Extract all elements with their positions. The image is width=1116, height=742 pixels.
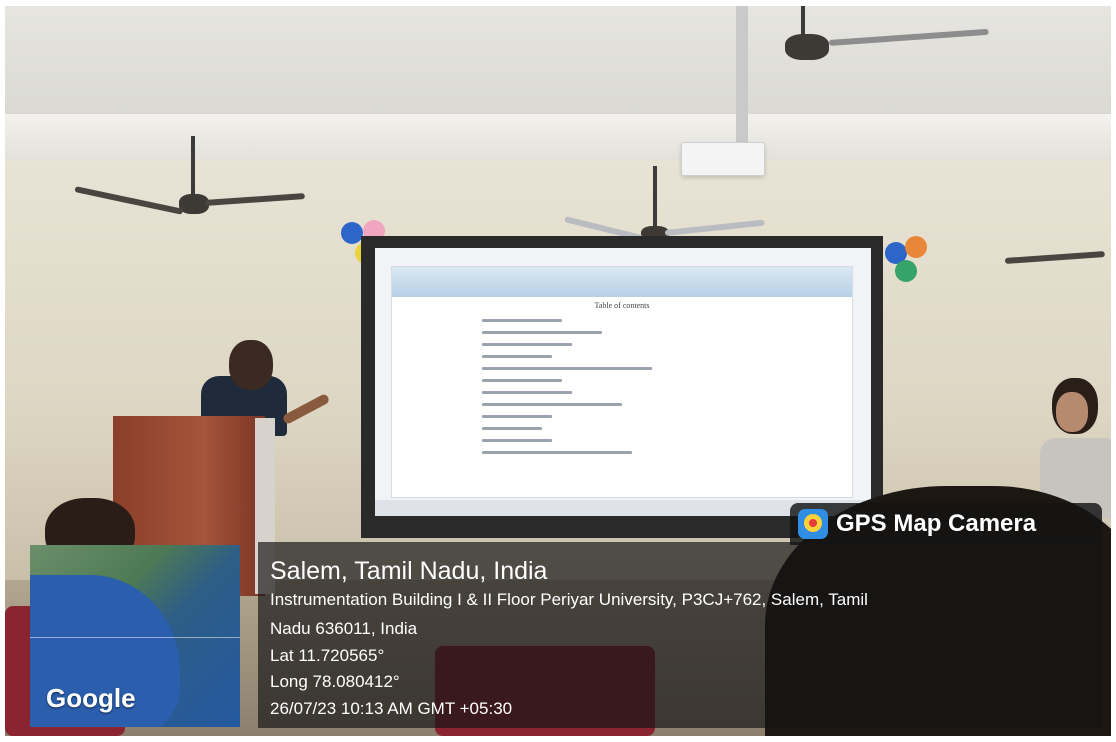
slide-text-line [482,379,562,382]
slide-header-band [392,267,852,297]
slide-text-line [482,319,562,322]
slide-text-line [482,439,552,442]
projector [681,142,765,176]
speaker-head [229,340,273,390]
slide-text-line [482,367,652,370]
gps-map-camera-app-icon [798,509,828,539]
map-road [30,637,240,638]
slide-text-line [482,343,572,346]
slide-text-line [482,415,552,418]
slide: Table of contents [391,266,853,498]
slide-text-line [482,403,622,406]
ceiling-fan-top [705,6,1005,76]
map-thumbnail: Google [30,545,240,727]
address-line-2: Nadu 636011, India [270,619,418,638]
slide-text-line [482,451,632,454]
slide-text-line [482,427,542,430]
ceiling-fan-left [74,136,305,236]
gps-map-camera-badge: GPS Map Camera [790,503,1102,545]
slide-title: Table of contents [594,301,650,310]
projector-mount [736,6,748,146]
balloon [905,236,927,258]
location-title: Salem, Tamil Nadu, India [270,557,548,585]
balloon [895,260,917,282]
latitude: Lat 11.720565° [270,646,385,665]
address-line-1: Instrumentation Building I & II Floor Pe… [270,590,868,609]
slide-text-line [482,331,602,334]
ceiling-fan-right [1004,206,1111,276]
projection-screen: Table of contents [375,248,871,516]
google-logo: Google [46,683,136,713]
slide-text-line [482,391,572,394]
slide-text-line [482,355,552,358]
balloon [341,222,363,244]
longitude: Long 78.080412° [270,672,400,691]
timestamp: 26/07/23 10:13 AM GMT +05:30 [270,699,513,718]
gps-badge-label: GPS Map Camera [836,510,1037,537]
